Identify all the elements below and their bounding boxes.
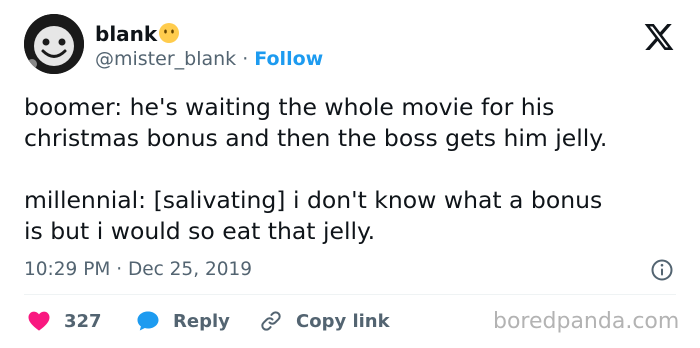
reply-label: Reply bbox=[173, 310, 230, 332]
copy-link-button[interactable]: Copy link bbox=[258, 308, 390, 334]
tweet-date[interactable]: Dec 25, 2019 bbox=[128, 259, 252, 280]
smiley-avatar-image bbox=[24, 14, 84, 74]
handle-row: @mister_blank · Follow bbox=[95, 47, 323, 71]
link-icon bbox=[261, 311, 281, 331]
tweet-time[interactable]: 10:29 PM bbox=[24, 259, 110, 280]
follow-button[interactable]: Follow bbox=[254, 48, 323, 70]
like-button[interactable]: 327 bbox=[26, 308, 102, 334]
avatar[interactable] bbox=[24, 14, 84, 74]
timestamp[interactable]: 10:29 PM · Dec 25, 2019 bbox=[24, 258, 252, 282]
reply-bubble-icon bbox=[137, 311, 159, 331]
divider bbox=[24, 294, 676, 295]
watermark: boredpanda.com bbox=[493, 309, 680, 334]
heart-icon bbox=[28, 311, 50, 331]
handle-separator: · bbox=[236, 48, 255, 70]
tweet-text: boomer: he's waiting the whole movie for… bbox=[24, 93, 608, 245]
user-handle[interactable]: @mister_blank bbox=[95, 48, 236, 70]
no-mouth-face-emoji-icon bbox=[159, 23, 179, 43]
like-count: 327 bbox=[64, 310, 102, 332]
x-logo-icon[interactable] bbox=[643, 21, 675, 53]
info-icon[interactable] bbox=[650, 258, 674, 282]
timestamp-separator: · bbox=[110, 259, 128, 280]
display-name[interactable]: blank bbox=[95, 22, 157, 46]
copy-link-label: Copy link bbox=[296, 310, 390, 332]
reply-button[interactable]: Reply bbox=[135, 308, 230, 334]
